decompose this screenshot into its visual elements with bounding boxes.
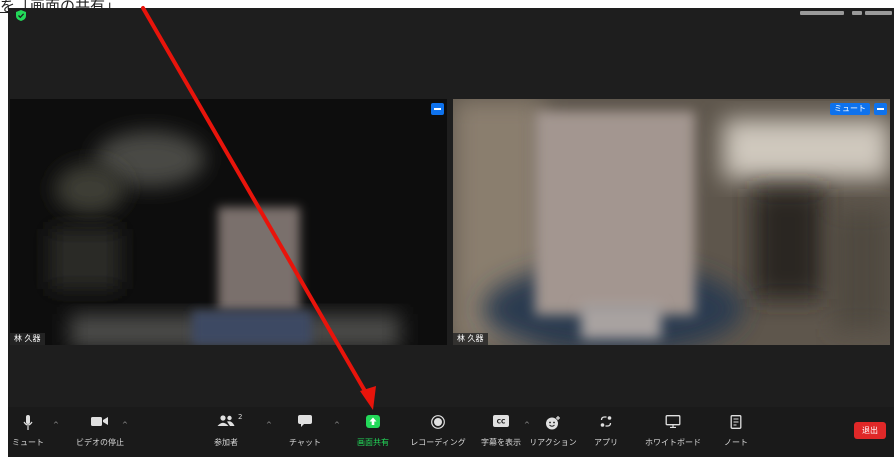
- svg-text:CC: CC: [497, 419, 506, 426]
- reactions-button[interactable]: リアクション: [522, 407, 584, 453]
- participant-name-right-text: 林 久器: [457, 334, 484, 343]
- participant-name-left: 林 久器: [10, 333, 45, 345]
- more-icon: [434, 108, 441, 110]
- participants-label: 参加者: [214, 438, 238, 447]
- apps-label: アプリ: [594, 438, 618, 447]
- mute-button[interactable]: ミュート: [8, 407, 58, 453]
- microphone-icon: [23, 415, 33, 430]
- record-icon: [431, 415, 445, 429]
- share-screen-button[interactable]: 画面共有: [342, 407, 404, 453]
- video-feed-left: [10, 99, 447, 345]
- view-controls[interactable]: [798, 8, 894, 18]
- whiteboard-icon: [665, 415, 681, 428]
- notes-icon: [730, 415, 742, 429]
- more-options-button-right[interactable]: [874, 103, 887, 115]
- video-options-caret[interactable]: ^: [122, 421, 128, 429]
- chat-options-caret[interactable]: ^: [334, 421, 340, 429]
- zoom-meeting-window: 林 久器 林 久器 ミュート ミュート ^ ビデオの停止 ^ 2 参加者 ^ チ…: [8, 8, 894, 457]
- leave-meeting-button[interactable]: 退出: [854, 422, 886, 439]
- participants-icon: [217, 415, 235, 426]
- mute-label: ミュート: [12, 438, 44, 447]
- share-screen-label: 画面共有: [357, 438, 389, 447]
- audio-options-caret[interactable]: ^: [53, 421, 59, 429]
- meeting-toolbar: ミュート ^ ビデオの停止 ^ 2 参加者 ^ チャット ^ 画面共有 レコーデ…: [8, 407, 894, 457]
- video-feed-right: [453, 99, 890, 345]
- whiteboard-button[interactable]: ホワイトボード: [638, 407, 708, 453]
- notes-button[interactable]: ノート: [708, 407, 764, 453]
- recording-button[interactable]: レコーディング: [404, 407, 472, 453]
- closed-captions-icon: CC: [493, 415, 509, 427]
- recording-label: レコーディング: [410, 438, 466, 447]
- reactions-label: リアクション: [529, 438, 577, 447]
- participant-name-left-text: 林 久器: [14, 334, 41, 343]
- stop-video-button[interactable]: ビデオの停止: [70, 407, 130, 453]
- mute-participant-button[interactable]: ミュート: [830, 103, 870, 115]
- video-tile-left[interactable]: 林 久器: [10, 99, 447, 345]
- whiteboard-label: ホワイトボード: [645, 438, 701, 447]
- video-tile-right[interactable]: 林 久器 ミュート: [453, 99, 890, 345]
- apps-button[interactable]: アプリ: [578, 407, 634, 453]
- chat-label: チャット: [289, 438, 321, 447]
- participants-button[interactable]: 2 参加者: [198, 407, 254, 453]
- chat-icon: [298, 415, 312, 427]
- stop-video-label: ビデオの停止: [76, 438, 124, 447]
- more-icon: [877, 108, 884, 110]
- apps-icon: [600, 416, 612, 427]
- participant-name-right: 林 久器: [453, 333, 488, 345]
- share-screen-icon: [366, 415, 380, 428]
- participants-options-caret[interactable]: ^: [266, 421, 272, 429]
- leave-meeting-label: 退出: [862, 426, 878, 435]
- shield-icon: [16, 10, 26, 21]
- chat-button[interactable]: チャット: [276, 407, 334, 453]
- mute-participant-label: ミュート: [834, 104, 866, 113]
- participant-count: 2: [238, 413, 243, 421]
- notes-label: ノート: [724, 438, 748, 447]
- video-camera-icon: [91, 417, 108, 426]
- more-options-button-left[interactable]: [431, 103, 444, 115]
- reaction-emoji-icon: [546, 416, 560, 430]
